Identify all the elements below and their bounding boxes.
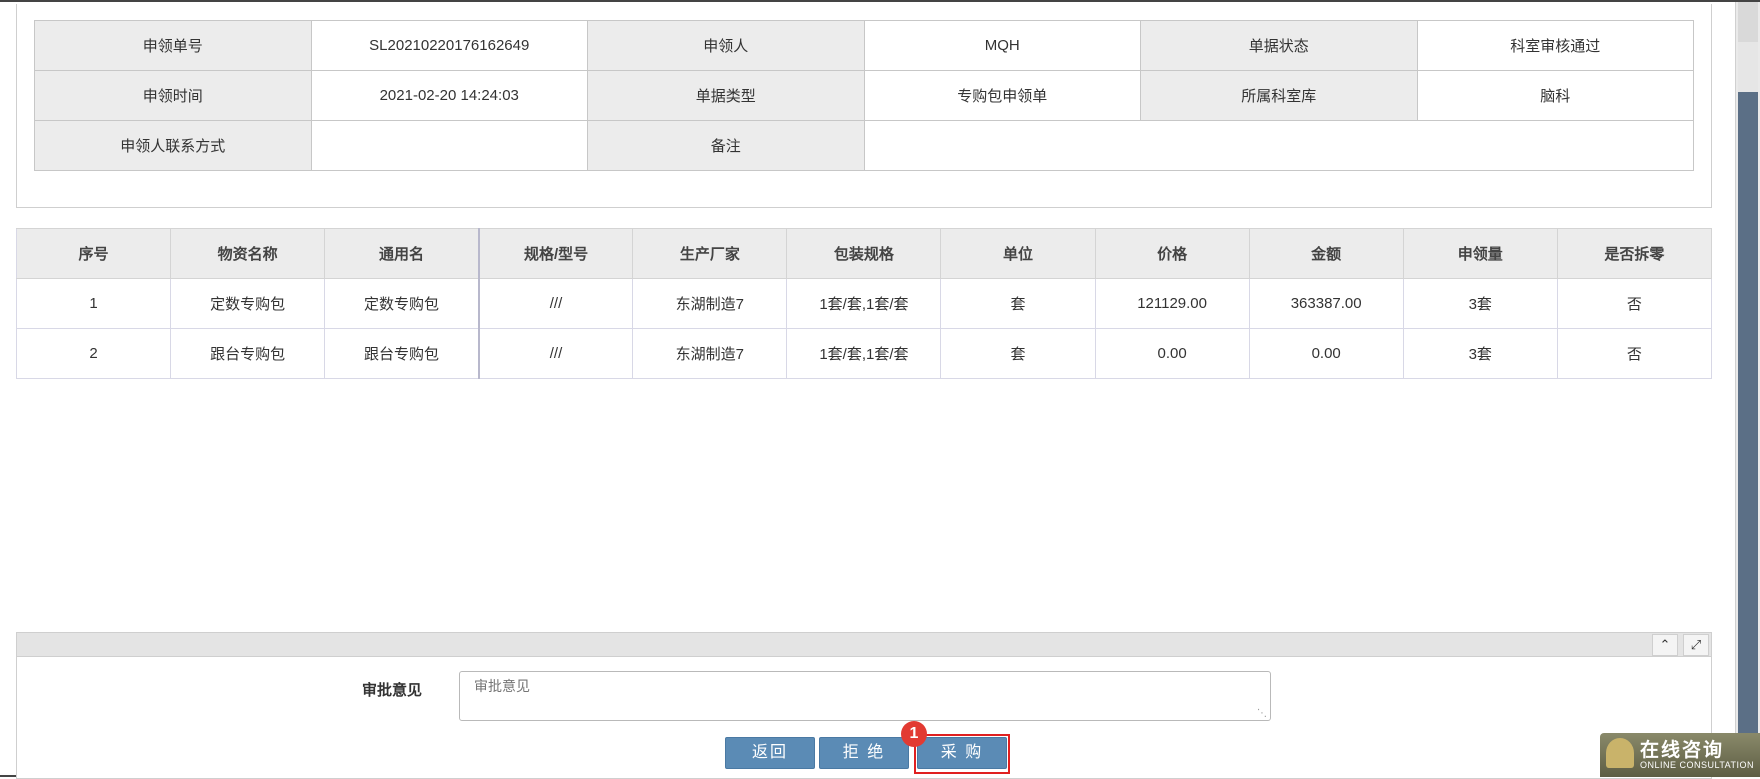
info-value-status: 科室审核通过 [1416, 20, 1694, 71]
cell-unit: 套 [940, 278, 1096, 329]
cell-spec: /// [478, 328, 634, 379]
cell-split: 否 [1557, 328, 1713, 379]
step-badge: 1 [901, 721, 927, 747]
cell-generic-name: 定数专购包 [324, 278, 480, 329]
column-header[interactable]: 通用名 [324, 228, 480, 279]
cell-packaging: 1套/套,1套/套 [786, 328, 942, 379]
column-header[interactable]: 金额 [1249, 228, 1404, 279]
purchase-highlight-box [914, 734, 1010, 774]
cell-generic-name: 跟台专购包 [324, 328, 480, 379]
column-header[interactable]: 物资名称 [170, 228, 326, 279]
column-header[interactable]: 序号 [15, 228, 172, 279]
column-header[interactable]: 生产厂家 [632, 228, 788, 279]
requisition-info-table: 申领单号 SL20210220176162649 申领人 MQH 单据状态 科室… [34, 20, 1694, 171]
expand-icon[interactable]: ⤢ [1683, 634, 1709, 656]
cell-quantity: 3套 [1403, 328, 1558, 379]
info-label: 申领人 [587, 20, 865, 71]
cell-manufacturer: 东湖制造7 [632, 278, 788, 329]
column-header[interactable]: 是否拆零 [1557, 228, 1713, 279]
info-label: 申领人联系方式 [34, 120, 312, 171]
cell-unit: 套 [940, 328, 1096, 379]
requisition-info-panel: 申领单号 SL20210220176162649 申领人 MQH 单据状态 科室… [16, 4, 1712, 208]
back-button[interactable]: 返回 [725, 737, 815, 769]
reject-button[interactable]: 拒 绝 [819, 737, 909, 769]
cell-packaging: 1套/套,1套/套 [786, 278, 942, 329]
cell-price: 121129.00 [1095, 278, 1250, 329]
cell-material-name: 定数专购包 [170, 278, 326, 329]
approval-opinion-input[interactable] [459, 671, 1271, 721]
info-label: 备注 [587, 120, 865, 171]
consultation-title: 在线咨询 [1640, 740, 1725, 761]
cell-amount: 0.00 [1249, 328, 1404, 379]
page-content: 申领单号 SL20210220176162649 申领人 MQH 单据状态 科室… [0, 2, 1735, 779]
info-label: 申领单号 [34, 20, 312, 71]
vertical-scrollbar[interactable] [1735, 2, 1760, 773]
column-header[interactable]: 单位 [940, 228, 1096, 279]
cell-price: 0.00 [1095, 328, 1250, 379]
info-label: 单据状态 [1140, 20, 1418, 71]
info-value-requisition-no: SL20210220176162649 [310, 20, 588, 71]
items-table: 序号 物资名称 通用名 规格/型号 生产厂家 包装规格 单位 价格 金额 申领量… [15, 228, 1713, 379]
items-header-row: 序号 物资名称 通用名 规格/型号 生产厂家 包装规格 单位 价格 金额 申领量… [15, 228, 1713, 279]
approval-opinion-label: 审批意见 [362, 682, 423, 699]
info-label: 单据类型 [587, 70, 865, 121]
table-row[interactable]: 1 定数专购包 定数专购包 /// 东湖制造7 1套/套,1套/套 套 1211… [15, 278, 1713, 329]
cell-amount: 363387.00 [1249, 278, 1404, 329]
consultation-subtitle: ONLINE CONSULTATION [1640, 760, 1755, 770]
info-label: 所属科室库 [1140, 70, 1418, 121]
column-header[interactable]: 包装规格 [786, 228, 942, 279]
info-value-contact [310, 120, 588, 171]
info-row: 申领人联系方式 备注 [34, 120, 1694, 171]
info-row: 申领单号 SL20210220176162649 申领人 MQH 单据状态 科室… [34, 20, 1694, 71]
chevron-up-icon[interactable]: ⌃ [1652, 634, 1678, 656]
approval-panel-header: ⌃ ⤢ [17, 633, 1711, 657]
cell-spec: /// [478, 278, 634, 329]
consultation-logo-icon [1606, 738, 1634, 768]
cell-material-name: 跟台专购包 [170, 328, 326, 379]
cell-split: 否 [1557, 278, 1713, 329]
cell-index: 2 [15, 328, 172, 379]
column-header[interactable]: 申领量 [1403, 228, 1558, 279]
info-value-remark [863, 120, 1694, 171]
cell-index: 1 [15, 278, 172, 329]
column-header[interactable]: 规格/型号 [478, 228, 634, 279]
column-header[interactable]: 价格 [1095, 228, 1250, 279]
resize-grip-icon[interactable]: ⋱ [1257, 709, 1267, 719]
info-value-type: 专购包申领单 [863, 70, 1141, 121]
scroll-up-area[interactable] [1738, 2, 1758, 42]
info-row: 申领时间 2021-02-20 14:24:03 单据类型 专购包申领单 所属科… [34, 70, 1694, 121]
cell-quantity: 3套 [1403, 278, 1558, 329]
info-value-time: 2021-02-20 14:24:03 [310, 70, 588, 121]
info-value-applicant: MQH [863, 20, 1141, 71]
scrollbar-thumb[interactable] [1738, 92, 1758, 757]
approval-panel: ⌃ ⤢ 审批意见 ⋱ 返回 拒 绝 采 购 1 [16, 632, 1712, 779]
online-consultation-badge[interactable]: 在线咨询 ONLINE CONSULTATION [1600, 733, 1760, 777]
cell-manufacturer: 东湖制造7 [632, 328, 788, 379]
table-row[interactable]: 2 跟台专购包 跟台专购包 /// 东湖制造7 1套/套,1套/套 套 0.00… [15, 328, 1713, 379]
info-label: 申领时间 [34, 70, 312, 121]
info-value-dept: 脑科 [1416, 70, 1694, 121]
